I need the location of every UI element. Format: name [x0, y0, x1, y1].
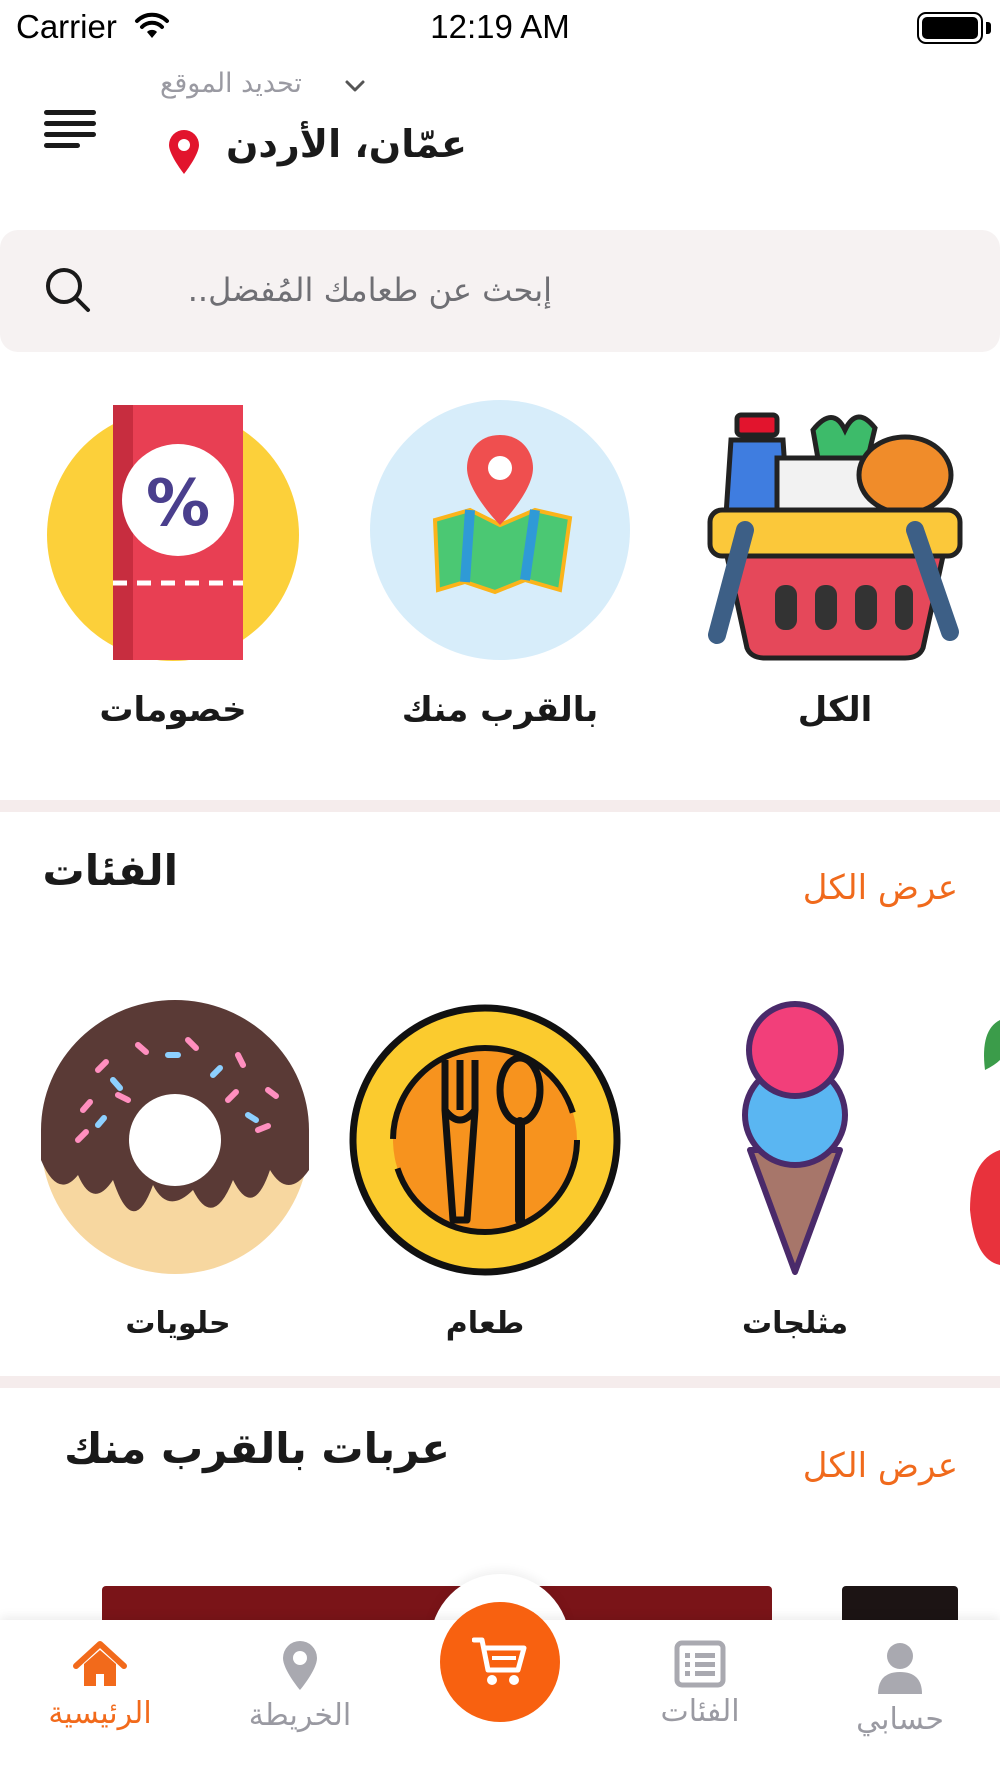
menu-icon[interactable]	[44, 110, 96, 150]
location-name[interactable]: عمّان، الأردن	[226, 122, 467, 166]
search-bar[interactable]	[0, 230, 1000, 352]
plate-cutlery-icon	[349, 1004, 621, 1276]
section-divider	[0, 800, 1000, 812]
nav-label: حسابي	[856, 1702, 944, 1737]
user-icon	[878, 1643, 922, 1694]
search-input[interactable]	[112, 260, 552, 320]
list-icon	[674, 1640, 726, 1688]
search-icon	[46, 268, 90, 312]
discount-ticket-icon: %	[47, 405, 299, 661]
nav-label: الخريطة	[248, 1698, 352, 1733]
quick-filter-label: بالقرب منك	[401, 690, 599, 730]
cart-button[interactable]	[440, 1602, 560, 1722]
nearby-carts-title: عربات بالقرب منك	[64, 1424, 450, 1473]
map-pin-icon	[283, 1641, 317, 1690]
location-pin-icon	[169, 130, 199, 174]
battery-nub	[986, 22, 991, 34]
battery-icon	[917, 12, 983, 44]
grocery-basket-icon	[707, 412, 963, 661]
nav-label: الفئات	[660, 1694, 740, 1729]
ice-cream-icon	[742, 1001, 848, 1275]
category-label: حلويات	[125, 1306, 231, 1341]
location-hint[interactable]: تحديد الموقع	[160, 68, 302, 99]
nav-item-home[interactable]: الرئيسية	[0, 1640, 200, 1731]
quick-filter-label: خصومات	[99, 690, 247, 730]
nav-item-map[interactable]: الخريطة	[200, 1640, 400, 1733]
nav-item-categories[interactable]: الفئات	[600, 1640, 800, 1729]
nav-label: الرئيسية	[48, 1696, 152, 1731]
strawberry-icon[interactable]	[965, 1010, 1000, 1270]
status-time: 12:19 AM	[430, 8, 570, 45]
donut-icon	[41, 1000, 309, 1274]
quick-filter-label: الكل	[797, 690, 873, 730]
svg-text:%: %	[146, 467, 210, 541]
category-label: طعام	[445, 1306, 525, 1341]
nav-item-account[interactable]: حسابي	[800, 1640, 1000, 1737]
cart-icon	[472, 1637, 527, 1685]
section-divider	[0, 1376, 1000, 1388]
category-label: مثلجات	[741, 1306, 849, 1341]
categories-view-all-link[interactable]: عرض الكل	[803, 868, 958, 908]
status-bar: Carrier 12:19 AM	[0, 0, 1000, 56]
home-icon	[73, 1641, 127, 1686]
nearby-view-all-link[interactable]: عرض الكل	[803, 1446, 958, 1486]
chevron-down-icon[interactable]	[344, 78, 366, 94]
categories-title: الفئات	[42, 846, 178, 895]
map-pin-icon	[370, 400, 630, 660]
